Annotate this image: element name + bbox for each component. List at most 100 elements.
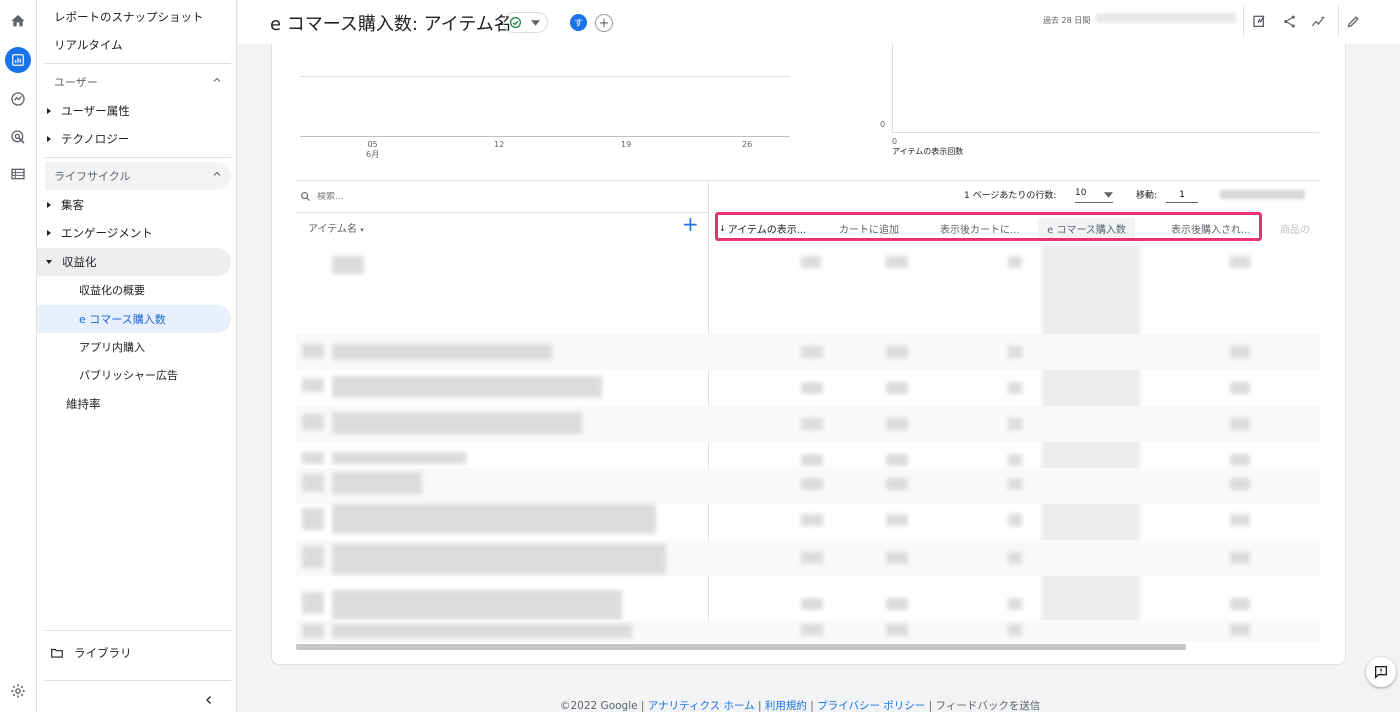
feedback-icon: [1375, 666, 1387, 679]
page-title: e コマース購入数: アイテム名: [270, 14, 512, 35]
footer-analytics-home-link[interactable]: アナリティクス ホーム: [648, 700, 755, 712]
report-status-dropdown[interactable]: [503, 12, 548, 33]
check-circle-icon: [510, 17, 521, 28]
redacted-cell: [801, 256, 821, 268]
caret-down-icon: [531, 20, 540, 26]
redacted-cell: [886, 418, 908, 430]
table-row[interactable]: [296, 244, 1320, 280]
redacted-cell: [1008, 478, 1022, 490]
section-lifecycle-label: ライフサイクル: [54, 170, 131, 183]
redacted-cell: [332, 256, 364, 274]
comparison-avatar[interactable]: す: [570, 14, 587, 31]
pagination-redacted[interactable]: [1220, 190, 1305, 199]
explore-icon[interactable]: [5, 86, 31, 112]
x-tick-month: 6月: [366, 150, 380, 159]
home-icon[interactable]: [5, 8, 31, 34]
section-user[interactable]: ユーザー: [45, 68, 231, 96]
share-icon[interactable]: [1277, 9, 1301, 33]
redacted-cell: [332, 544, 666, 574]
horizontal-scrollbar[interactable]: [296, 644, 1186, 650]
footer-separator: |: [810, 700, 814, 712]
goto-page-input[interactable]: [1166, 187, 1198, 203]
table-row[interactable]: [296, 586, 1320, 622]
nav-snapshot[interactable]: レポートのスナップショット: [54, 3, 204, 31]
date-range-label[interactable]: 過去 28 日間: [1043, 15, 1090, 26]
table-row[interactable]: [296, 540, 1320, 576]
feedback-button[interactable]: [1366, 657, 1396, 687]
dimension-header-label: アイテム名: [308, 224, 357, 235]
expand-arrow-icon: [47, 108, 51, 114]
redacted-cell: [302, 592, 324, 614]
table-row[interactable]: [296, 406, 1320, 442]
redacted-cell: [1230, 346, 1250, 358]
redacted-cell: [302, 414, 324, 430]
add-dimension-button[interactable]: +: [682, 214, 699, 234]
redacted-cell: [332, 624, 632, 638]
section-lifecycle[interactable]: ライフサイクル: [45, 162, 231, 190]
nav-acquisition[interactable]: 集客: [37, 191, 84, 219]
pencil-icon[interactable]: [1341, 9, 1365, 33]
table-body-redacted: [296, 244, 1320, 642]
table-row[interactable]: [296, 620, 1320, 642]
folder-icon: [51, 648, 63, 658]
table-row[interactable]: [296, 502, 1320, 538]
nav-library[interactable]: ライブラリ: [50, 639, 132, 667]
nav-publisher-ads[interactable]: パブリッシャー広告: [37, 361, 231, 389]
line-chart: 05 6月 12 19 26: [300, 44, 790, 164]
table-row[interactable]: [296, 370, 1320, 406]
highlight-annotation-box: [715, 212, 1262, 241]
redacted-cell: [1230, 418, 1250, 430]
x-tick: 19: [621, 140, 632, 149]
redacted-cell: [886, 382, 908, 394]
redacted-cell: [801, 624, 823, 636]
list-icon[interactable]: [5, 161, 31, 187]
rows-per-page-label: 1 ページあたりの行数:: [964, 191, 1057, 201]
nav-in-app-purchases[interactable]: アプリ内購入: [37, 333, 231, 361]
redacted-cell: [886, 478, 908, 490]
metric-header-truncated[interactable]: 商品の: [1280, 218, 1320, 238]
rows-per-page-value: 10: [1075, 188, 1087, 198]
expand-arrow-icon: [47, 136, 51, 142]
report-card: 05 6月 12 19 26 0 0 アイテムの表示回数 1 ページあたりの行数…: [271, 44, 1346, 665]
nav-monetization-overview[interactable]: 収益化の概要: [37, 276, 231, 304]
nav-technology[interactable]: テクノロジー: [37, 125, 129, 153]
redacted-cell: [1230, 478, 1250, 490]
footer-privacy-link[interactable]: プライバシー ポリシー: [817, 700, 925, 712]
customize-report-icon[interactable]: [1248, 9, 1272, 33]
footer-feedback-link[interactable]: フィードバックを送信: [936, 700, 1041, 712]
nav-retention[interactable]: 維持率: [66, 390, 101, 418]
insights-icon[interactable]: [1306, 9, 1330, 33]
redacted-cell: [801, 514, 823, 526]
scatter-y-axis: [892, 44, 893, 132]
collapse-sidebar-icon[interactable]: [203, 694, 215, 709]
nav-engagement[interactable]: エンゲージメント: [37, 219, 153, 247]
nav-acquisition-label: 集客: [61, 198, 84, 212]
nav-realtime[interactable]: リアルタイム: [54, 31, 123, 59]
divider: [45, 630, 231, 631]
redacted-cell: [302, 508, 324, 530]
nav-monetization[interactable]: 収益化: [37, 248, 231, 276]
redacted-cell: [1230, 256, 1250, 268]
redacted-cell: [332, 472, 422, 494]
redacted-cell: [1008, 624, 1022, 636]
nav-user-attributes[interactable]: ユーザー属性: [37, 97, 130, 125]
add-comparison-button[interactable]: +: [595, 14, 613, 32]
redacted-cell: [332, 344, 552, 360]
redacted-cell: [1230, 454, 1250, 466]
table-row[interactable]: [296, 468, 1320, 504]
search-input[interactable]: [317, 191, 617, 202]
redacted-cell: [886, 346, 908, 358]
date-range-value-redacted[interactable]: [1096, 13, 1236, 23]
bar-chart-icon[interactable]: [5, 47, 31, 73]
gear-icon[interactable]: [5, 678, 31, 704]
table-row[interactable]: [296, 334, 1320, 370]
redacted-cell: [886, 598, 908, 610]
dimension-header[interactable]: アイテム名 ▾: [308, 220, 364, 235]
redacted-cell: [332, 452, 466, 464]
rows-per-page-select[interactable]: 10: [1075, 188, 1113, 203]
x-tick: 26: [742, 140, 753, 149]
nav-ecommerce-purchases[interactable]: e コマース購入数: [37, 305, 231, 333]
target-cursor-icon[interactable]: [5, 124, 31, 150]
footer-terms-link[interactable]: 利用規約: [765, 700, 807, 712]
x-tick: 12: [494, 140, 505, 149]
